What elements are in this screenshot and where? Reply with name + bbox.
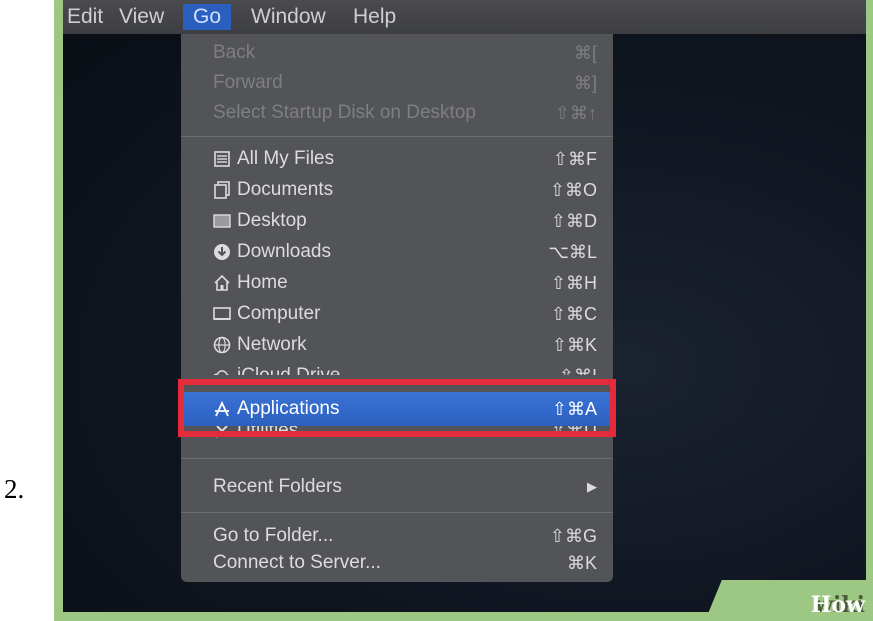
- all-files-icon: [214, 151, 230, 167]
- menu-item-computer[interactable]: Computer ⇧⌘C: [181, 299, 613, 329]
- menu-item-label: Downloads: [237, 241, 331, 262]
- menu-item-label: Forward: [213, 72, 283, 93]
- menu-item-label: Desktop: [237, 210, 307, 231]
- watermark-how: How: [810, 592, 865, 618]
- menu-item-documents[interactable]: Documents ⇧⌘O: [181, 175, 613, 205]
- shortcut: ⇧⌘I: [559, 361, 597, 375]
- menu-item-label: Go to Folder...: [213, 525, 334, 546]
- menu-item-label: Recent Folders: [213, 476, 342, 497]
- screen: Edit View Go Window Help Back ⌘[ Forward…: [63, 0, 866, 612]
- shortcut: ⌥⌘L: [548, 242, 597, 262]
- menu-item-icloud-drive[interactable]: iCloud Drive ⇧⌘I: [181, 361, 613, 375]
- menu-window[interactable]: Window: [251, 4, 326, 30]
- highlight-box: [178, 379, 616, 437]
- menu-separator: [181, 136, 613, 137]
- menu-item-label: Network: [237, 334, 307, 355]
- menu-item-select-startup-disk[interactable]: Select Startup Disk on Desktop ⇧⌘↑: [181, 98, 613, 128]
- menu-item-label: Select Startup Disk on Desktop: [213, 102, 476, 123]
- shortcut: ⇧⌘G: [549, 526, 597, 546]
- shortcut: ⌘[: [573, 43, 597, 63]
- menu-item-home[interactable]: Home ⇧⌘H: [181, 268, 613, 298]
- menu-view[interactable]: View: [119, 4, 164, 30]
- menu-item-back[interactable]: Back ⌘[: [181, 38, 613, 68]
- menu-item-downloads[interactable]: Downloads ⌥⌘L: [181, 237, 613, 267]
- submenu-arrow-icon: ▶: [587, 479, 597, 494]
- menu-help[interactable]: Help: [353, 4, 396, 30]
- shortcut: ⇧⌘K: [551, 335, 597, 355]
- shortcut: ⇧⌘↑: [554, 103, 597, 123]
- menu-item-all-my-files[interactable]: All My Files ⇧⌘F: [181, 144, 613, 174]
- cloud-icon: [213, 370, 230, 375]
- menu-item-forward[interactable]: Forward ⌘]: [181, 68, 613, 98]
- shortcut: ⇧⌘H: [550, 273, 597, 293]
- menu-separator: [181, 512, 613, 513]
- menu-edit[interactable]: Edit: [67, 4, 103, 30]
- menu-item-recent-folders[interactable]: Recent Folders ▶: [181, 472, 613, 502]
- wikihow-watermark: wiki How: [705, 580, 873, 621]
- menu-item-network[interactable]: Network ⇧⌘K: [181, 330, 613, 360]
- documents-icon: [214, 181, 230, 199]
- menu-item-desktop[interactable]: Desktop ⇧⌘D: [181, 206, 613, 236]
- menu-item-label: Home: [237, 272, 288, 293]
- shortcut: ⇧⌘F: [552, 149, 597, 169]
- computer-icon: [213, 307, 231, 320]
- home-icon: [214, 274, 230, 291]
- menu-item-connect-to-server[interactable]: Connect to Server... ⌘K: [181, 548, 613, 578]
- go-menu-dropdown: Back ⌘[ Forward ⌘] Select Startup Disk o…: [181, 34, 613, 582]
- network-icon: [213, 336, 231, 354]
- shortcut: ⌘]: [573, 73, 597, 93]
- menu-item-label: Computer: [237, 303, 321, 324]
- menu-item-go-to-folder[interactable]: Go to Folder... ⇧⌘G: [181, 521, 613, 551]
- menu-go[interactable]: Go: [183, 4, 232, 30]
- shortcut: ⌘K: [566, 553, 597, 573]
- menu-bar: Edit View Go Window Help: [63, 0, 866, 34]
- step-number: 2.: [4, 474, 25, 504]
- menu-separator: [181, 458, 613, 459]
- desktop-icon: [213, 214, 231, 228]
- shortcut: ⇧⌘O: [549, 180, 597, 200]
- menu-item-label: Back: [213, 42, 256, 63]
- menu-item-label: Documents: [237, 179, 334, 200]
- menu-item-label: iCloud Drive: [237, 361, 340, 375]
- shortcut: ⇧⌘D: [550, 211, 597, 231]
- downloads-icon: [214, 244, 230, 260]
- menu-item-label: Connect to Server...: [213, 552, 381, 573]
- shortcut: ⇧⌘C: [550, 304, 597, 324]
- menu-item-label: All My Files: [237, 148, 335, 169]
